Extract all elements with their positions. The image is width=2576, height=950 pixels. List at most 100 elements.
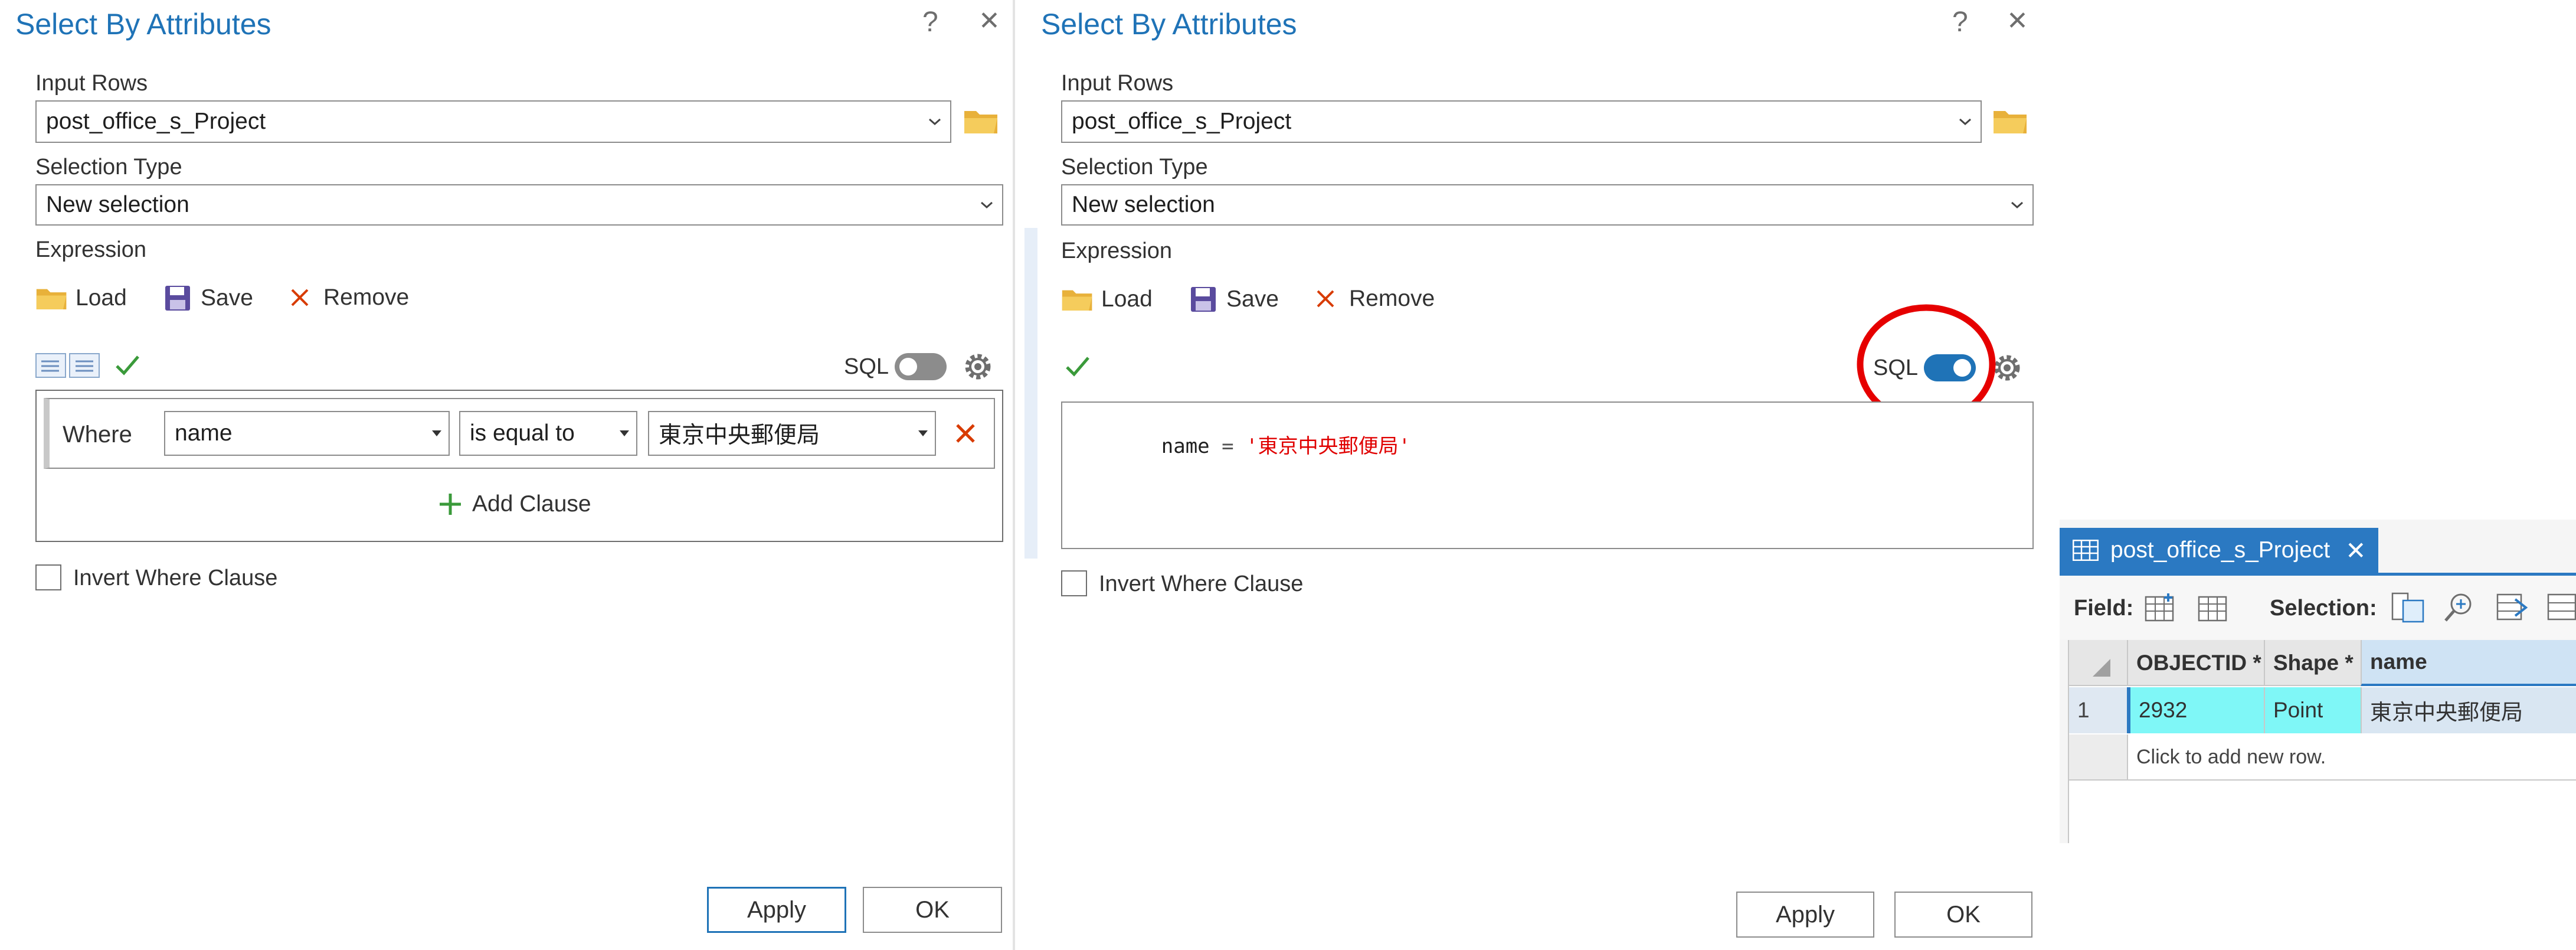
- dialog-title: Select By Attributes: [1041, 8, 1297, 41]
- ok-button[interactable]: OK: [1894, 892, 2032, 938]
- cell-shape[interactable]: Point: [2264, 687, 2361, 733]
- load-button[interactable]: Load: [1061, 286, 1153, 313]
- add-new-row[interactable]: Click to add new row.: [2127, 734, 2576, 781]
- add-clause-button[interactable]: Add Clause: [438, 491, 591, 517]
- input-rows-value: post_office_s_Project: [46, 109, 266, 134]
- tab-title: post_office_s_Project: [2110, 537, 2330, 563]
- caret-down-icon: [432, 430, 441, 436]
- toggle-knob: [899, 358, 917, 376]
- where-label: Where: [63, 422, 132, 448]
- dialog-right: Select By Attributes ? ✕ Input Rows post…: [1024, 0, 2047, 950]
- load-label: Load: [76, 285, 127, 311]
- table-grid: OBJECTID * Shape * name 1 2932 Point 東京中…: [2068, 640, 2576, 843]
- remove-clause-icon[interactable]: [954, 422, 977, 445]
- x-icon: [1317, 290, 1334, 308]
- sql-expression-text: name = '東京中央郵便局': [1065, 406, 1410, 482]
- sql-expression-editor[interactable]: name = '東京中央郵便局': [1061, 401, 2034, 549]
- save-button[interactable]: Save: [1190, 286, 1279, 313]
- clause-mode-icon[interactable]: [35, 353, 102, 378]
- field-label: Field:: [2074, 596, 2134, 621]
- help-button[interactable]: ?: [1952, 8, 1968, 37]
- table-tab[interactable]: post_office_s_Project ✕: [2060, 528, 2378, 573]
- input-rows-select[interactable]: post_office_s_Project: [1061, 100, 1982, 143]
- selection-type-value: New selection: [46, 192, 189, 217]
- remove-label: Remove: [323, 285, 410, 310]
- row-index: 1: [2069, 687, 2127, 733]
- select-all-corner-icon[interactable]: [2091, 658, 2112, 678]
- input-rows-label: Input Rows: [35, 71, 148, 96]
- pane-splitter[interactable]: [1024, 228, 1037, 559]
- sql-toggle[interactable]: [895, 353, 947, 380]
- apply-button[interactable]: Apply: [1736, 892, 1874, 938]
- sql-field: name: [1161, 435, 1210, 458]
- floppy-disk-icon: [165, 286, 190, 311]
- invert-where-checkbox[interactable]: [35, 564, 61, 590]
- table-toolbar: Field: Selection:: [2060, 576, 2576, 639]
- column-header-shape[interactable]: Shape *: [2264, 640, 2361, 686]
- table-row[interactable]: 1 2932 Point 東京中央郵便局: [2069, 687, 2576, 733]
- selection-type-value: New selection: [1072, 192, 1215, 217]
- close-button[interactable]: ✕: [2007, 8, 2028, 34]
- sql-label: SQL: [844, 354, 889, 379]
- selection-type-label: Selection Type: [35, 155, 182, 179]
- tab-close-button[interactable]: ✕: [2345, 536, 2366, 565]
- field-select[interactable]: name: [164, 411, 450, 456]
- dialog-title: Select By Attributes: [15, 8, 271, 41]
- input-rows-value: post_office_s_Project: [1072, 109, 1292, 134]
- attribute-table-view: post_office_s_Project ✕ Field: Selection…: [2060, 520, 2576, 843]
- input-rows-label: Input Rows: [1061, 71, 1174, 96]
- gear-icon[interactable]: [961, 350, 995, 384]
- select-by-attributes-icon[interactable]: [2390, 591, 2426, 624]
- new-row-index: [2069, 734, 2127, 781]
- chevron-down-icon: [1959, 118, 1971, 126]
- save-label: Save: [1226, 286, 1279, 312]
- floppy-disk-icon: [1191, 287, 1216, 312]
- clear-selection-icon[interactable]: [2545, 591, 2576, 624]
- remove-label: Remove: [1349, 286, 1435, 311]
- caret-down-icon: [918, 430, 928, 436]
- help-button[interactable]: ?: [922, 8, 938, 37]
- clause-row: Where name is equal to 東京中央郵便局: [44, 398, 995, 469]
- table-icon: [2073, 540, 2099, 561]
- checkmark-icon[interactable]: [114, 353, 140, 377]
- cell-objectid[interactable]: 2932: [2127, 687, 2264, 733]
- expression-label: Expression: [35, 237, 146, 262]
- remove-button[interactable]: Remove: [1315, 286, 1435, 312]
- input-rows-select[interactable]: post_office_s_Project: [35, 100, 951, 143]
- chevron-down-icon: [929, 118, 941, 126]
- value-select[interactable]: 東京中央郵便局: [648, 411, 936, 456]
- selection-type-select[interactable]: New selection: [35, 184, 1003, 226]
- operator-value: is equal to: [470, 420, 575, 446]
- cell-name[interactable]: 東京中央郵便局: [2361, 687, 2576, 733]
- column-header-objectid[interactable]: OBJECTID *: [2127, 640, 2264, 686]
- folder-icon[interactable]: [963, 106, 1000, 136]
- calculate-field-icon[interactable]: [2198, 593, 2230, 623]
- clause-builder: Where name is equal to 東京中央郵便局 Add Claus…: [35, 390, 1003, 542]
- folder-icon[interactable]: [1992, 106, 2029, 136]
- column-header-name[interactable]: name: [2361, 640, 2576, 686]
- selection-type-select[interactable]: New selection: [1061, 184, 2034, 226]
- zoom-to-selection-icon[interactable]: [2442, 591, 2477, 624]
- apply-button[interactable]: Apply: [707, 887, 846, 933]
- close-button[interactable]: ✕: [978, 8, 1000, 34]
- sql-value: '東京中央郵便局': [1246, 435, 1411, 458]
- ok-button[interactable]: OK: [863, 887, 1002, 933]
- invert-where-checkbox[interactable]: [1061, 570, 1087, 596]
- sql-space: [1234, 435, 1246, 458]
- selection-type-label: Selection Type: [1061, 155, 1208, 179]
- save-button[interactable]: Save: [164, 285, 253, 312]
- operator-select[interactable]: is equal to: [459, 411, 637, 456]
- add-field-icon[interactable]: [2145, 593, 2176, 623]
- caret-down-icon: [620, 430, 629, 436]
- chevron-down-icon: [2011, 201, 2023, 209]
- remove-button[interactable]: Remove: [289, 285, 409, 311]
- load-button[interactable]: Load: [35, 285, 127, 312]
- checkmark-icon[interactable]: [1065, 354, 1091, 378]
- selection-label: Selection:: [2270, 596, 2377, 621]
- expression-label: Expression: [1061, 239, 1172, 263]
- switch-selection-icon[interactable]: [2494, 591, 2529, 624]
- x-icon: [291, 289, 309, 306]
- folder-icon: [1062, 290, 1092, 311]
- load-label: Load: [1101, 286, 1153, 312]
- invert-where-label: Invert Where Clause: [1099, 572, 1304, 596]
